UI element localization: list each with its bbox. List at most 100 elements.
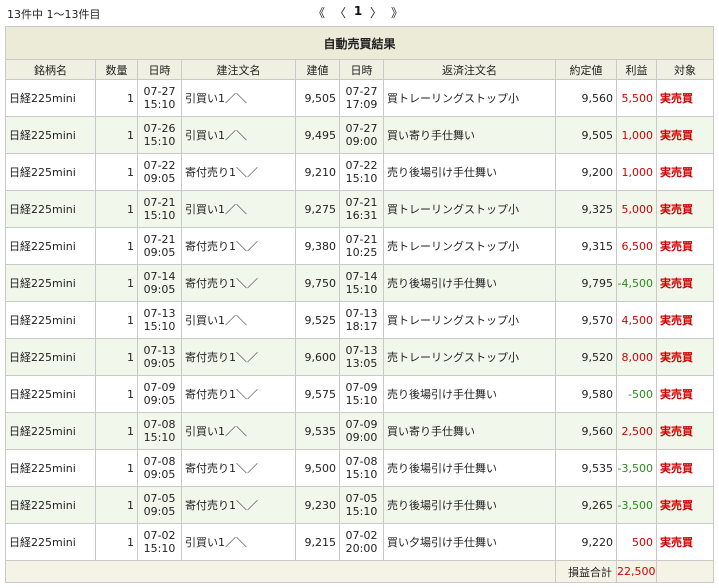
open-datetime-cell-date: 07-09 bbox=[143, 381, 176, 394]
result-count: 13件中 1〜13件目 bbox=[7, 8, 101, 21]
open-datetime-cell: 07-02 15:10 bbox=[137, 523, 182, 561]
symbol-cell: 日経225mini bbox=[5, 301, 96, 339]
close-order-cell: 買トレーリングストップ小 bbox=[383, 79, 556, 117]
open-price-cell: 9,495 bbox=[295, 116, 340, 154]
open-datetime-cell: 07-08 09:05 bbox=[137, 449, 182, 487]
quantity-cell: 1 bbox=[95, 523, 138, 561]
open-price-cell: 9,500 bbox=[295, 449, 340, 487]
symbol-cell: 日経225mini bbox=[5, 116, 96, 154]
open-datetime-cell-time: 15:10 bbox=[143, 135, 176, 148]
close-datetime-cell-date: 07-14 bbox=[345, 270, 378, 283]
open-datetime-cell: 07-13 09:05 bbox=[137, 338, 182, 376]
first-page-button[interactable]: 《 bbox=[309, 4, 329, 21]
close-datetime-cell: 07-21 16:31 bbox=[339, 190, 384, 228]
close-datetime-cell: 07-21 10:25 bbox=[339, 227, 384, 265]
target-cell: 実売買 bbox=[655, 301, 715, 339]
close-datetime-cell: 07-13 13:05 bbox=[339, 338, 384, 376]
close-order-cell: 買い寄り手仕舞い bbox=[383, 412, 556, 450]
close-datetime-cell-date: 07-08 bbox=[345, 455, 378, 468]
table-row: 日経225mini 1 07-13 15:10 引買い1／＼ 9,525 07-13 18:1… bbox=[5, 301, 715, 339]
table-row: 日経225mini 1 07-21 09:05 寄付売り1＼／ 9,380 07-21 10:… bbox=[5, 227, 715, 265]
close-datetime-cell-time: 10:25 bbox=[345, 246, 378, 259]
profit-cell: 4,500 bbox=[616, 301, 657, 339]
target-cell: 実売買 bbox=[655, 264, 715, 302]
open-price-cell: 9,380 bbox=[295, 227, 340, 265]
close-datetime-cell-time: 13:05 bbox=[345, 357, 378, 370]
pagination: 《 〈 1 〉 》 bbox=[309, 4, 405, 22]
close-datetime-cell-date: 07-13 bbox=[345, 344, 378, 357]
table-row: 日経225mini 1 07-27 15:10 引買い1／＼ 9,505 07-27 17:0… bbox=[5, 79, 715, 117]
open-datetime-cell: 07-26 15:10 bbox=[137, 116, 182, 154]
close-datetime-cell-time: 15:10 bbox=[345, 172, 378, 185]
close-datetime-cell: 07-27 09:00 bbox=[339, 116, 384, 154]
close-order-cell: 売トレーリングストップ小 bbox=[383, 338, 556, 376]
open-datetime-cell-time: 15:10 bbox=[143, 98, 176, 111]
open-price-cell: 9,230 bbox=[295, 486, 340, 524]
quantity-cell: 1 bbox=[95, 449, 138, 487]
open-order-cell: 寄付売り1＼／ bbox=[181, 227, 296, 265]
auto-trade-results-table: 自動売買結果 銘柄名 数量 日時 建注文名 建値 日時 返済注文名 約定値 利益… bbox=[4, 26, 715, 583]
target-cell: 実売買 bbox=[655, 79, 715, 117]
profit-cell: 6,500 bbox=[616, 227, 657, 265]
exec-price-cell: 9,560 bbox=[555, 412, 617, 450]
close-datetime-cell-time: 20:00 bbox=[345, 542, 378, 555]
close-datetime-cell-date: 07-27 bbox=[345, 122, 378, 135]
table-row: 日経225mini 1 07-09 09:05 寄付売り1＼／ 9,575 07-09 15:… bbox=[5, 375, 715, 413]
close-order-cell: 売り後場引け手仕舞い bbox=[383, 153, 556, 191]
column-header-exec-price: 約定値 bbox=[555, 59, 617, 80]
next-page-button[interactable]: 〉 bbox=[369, 4, 383, 21]
open-datetime-cell-date: 07-14 bbox=[143, 270, 176, 283]
open-datetime-cell: 07-27 15:10 bbox=[137, 79, 182, 117]
close-order-cell: 売り後場引け手仕舞い bbox=[383, 449, 556, 487]
target-cell: 実売買 bbox=[655, 190, 715, 228]
close-order-cell: 買い寄り手仕舞い bbox=[383, 116, 556, 154]
quantity-cell: 1 bbox=[95, 264, 138, 302]
open-datetime-cell-time: 09:05 bbox=[143, 283, 176, 296]
table-row: 日経225mini 1 07-26 15:10 引買い1／＼ 9,495 07-27 09:0… bbox=[5, 116, 715, 154]
target-cell: 実売買 bbox=[655, 375, 715, 413]
close-order-cell: 買トレーリングストップ小 bbox=[383, 301, 556, 339]
column-header-close-datetime: 日時 bbox=[339, 59, 384, 80]
profit-cell: -3,500 bbox=[616, 486, 657, 524]
close-datetime-cell: 07-09 09:00 bbox=[339, 412, 384, 450]
open-datetime-cell-date: 07-02 bbox=[143, 529, 176, 542]
target-cell: 実売買 bbox=[655, 116, 715, 154]
prev-page-button[interactable]: 〈 bbox=[333, 4, 347, 21]
open-order-cell: 引買い1／＼ bbox=[181, 412, 296, 450]
exec-price-cell: 9,315 bbox=[555, 227, 617, 265]
total-profit-label: 損益合計 bbox=[555, 560, 617, 583]
open-order-cell: 引買い1／＼ bbox=[181, 523, 296, 561]
target-cell: 実売買 bbox=[655, 227, 715, 265]
table-row: 日経225mini 1 07-22 09:05 寄付売り1＼／ 9,210 07-22 15:… bbox=[5, 153, 715, 191]
target-cell: 実売買 bbox=[655, 449, 715, 487]
close-datetime-cell: 07-02 20:00 bbox=[339, 523, 384, 561]
close-datetime-cell: 07-05 15:10 bbox=[339, 486, 384, 524]
table-row: 日経225mini 1 07-05 09:05 寄付売り1＼／ 9,230 07-05 15:… bbox=[5, 486, 715, 524]
close-datetime-cell: 07-22 15:10 bbox=[339, 153, 384, 191]
table-row: 日経225mini 1 07-08 09:05 寄付売り1＼／ 9,500 07-08 15:… bbox=[5, 449, 715, 487]
close-datetime-cell-date: 07-02 bbox=[345, 529, 378, 542]
last-page-button[interactable]: 》 bbox=[387, 4, 407, 21]
exec-price-cell: 9,200 bbox=[555, 153, 617, 191]
exec-price-cell: 9,505 bbox=[555, 116, 617, 154]
close-datetime-cell-date: 07-09 bbox=[345, 381, 378, 394]
column-header-symbol: 銘柄名 bbox=[5, 59, 96, 80]
open-order-cell: 寄付売り1＼／ bbox=[181, 264, 296, 302]
open-datetime-cell: 07-22 09:05 bbox=[137, 153, 182, 191]
open-datetime-cell-time: 09:05 bbox=[143, 468, 176, 481]
target-cell: 実売買 bbox=[655, 338, 715, 376]
close-datetime-cell: 07-09 15:10 bbox=[339, 375, 384, 413]
symbol-cell: 日経225mini bbox=[5, 79, 96, 117]
open-price-cell: 9,525 bbox=[295, 301, 340, 339]
open-order-cell: 寄付売り1＼／ bbox=[181, 153, 296, 191]
table-row: 日経225mini 1 07-02 15:10 引買い1／＼ 9,215 07-02 20:0… bbox=[5, 523, 715, 561]
open-datetime-cell-date: 07-21 bbox=[143, 196, 176, 209]
current-page-number: 1 bbox=[353, 4, 363, 18]
close-datetime-cell-date: 07-27 bbox=[345, 85, 378, 98]
open-datetime-cell: 07-08 15:10 bbox=[137, 412, 182, 450]
exec-price-cell: 9,580 bbox=[555, 375, 617, 413]
total-profit-value: 22,500 bbox=[616, 560, 657, 583]
column-header-open-order: 建注文名 bbox=[181, 59, 296, 80]
symbol-cell: 日経225mini bbox=[5, 190, 96, 228]
profit-cell: 1,000 bbox=[616, 116, 657, 154]
